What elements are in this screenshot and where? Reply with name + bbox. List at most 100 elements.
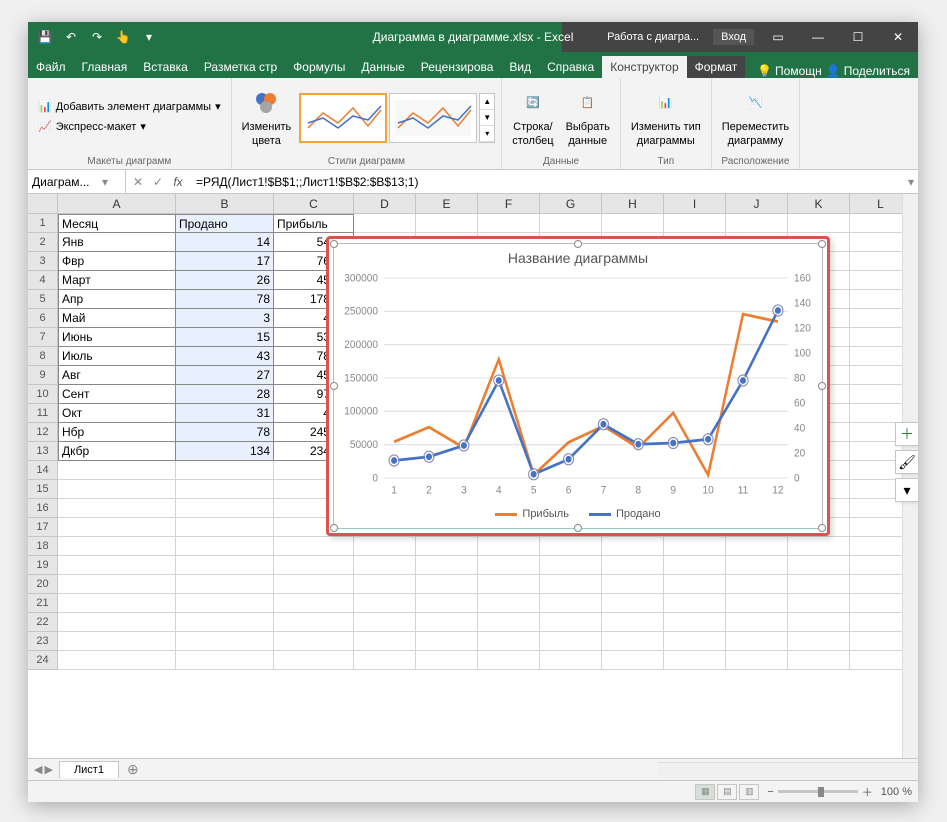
cell[interactable]	[354, 594, 416, 613]
cell[interactable]: 15	[176, 328, 274, 347]
cell[interactable]	[602, 556, 664, 575]
name-box-input[interactable]	[32, 175, 102, 189]
cell[interactable]: Сент	[58, 385, 176, 404]
cell[interactable]: 78	[176, 290, 274, 309]
cell[interactable]	[354, 537, 416, 556]
cell[interactable]	[664, 575, 726, 594]
resize-handle[interactable]	[574, 524, 582, 532]
cell[interactable]	[176, 461, 274, 480]
share-button[interactable]: 👤Поделиться	[826, 64, 910, 78]
cell[interactable]: 14	[176, 233, 274, 252]
row-header[interactable]: 8	[28, 347, 58, 366]
tab-file[interactable]: Файл	[28, 56, 74, 78]
cell[interactable]	[726, 575, 788, 594]
cell[interactable]	[58, 575, 176, 594]
switch-row-column-button[interactable]: 🔄Строка/ столбец	[508, 85, 557, 149]
qat-customize-icon[interactable]: ▾	[138, 26, 160, 48]
cell[interactable]	[540, 575, 602, 594]
cell[interactable]	[274, 613, 354, 632]
cell[interactable]	[788, 556, 850, 575]
enter-icon[interactable]: ✓	[150, 175, 166, 189]
cell[interactable]	[664, 651, 726, 670]
chart-style-2[interactable]	[389, 93, 477, 143]
cell[interactable]: 26	[176, 271, 274, 290]
cell[interactable]: Прибыль	[274, 214, 354, 233]
row-header[interactable]: 16	[28, 499, 58, 518]
cell[interactable]	[788, 632, 850, 651]
column-header[interactable]: J	[726, 194, 788, 214]
cell[interactable]: 78	[176, 423, 274, 442]
tab-formulas[interactable]: Формулы	[285, 56, 353, 78]
chart-styles-button[interactable]: 🖌	[895, 450, 918, 474]
save-icon[interactable]: 💾	[34, 26, 56, 48]
chevron-down-icon[interactable]: ▾	[102, 175, 108, 189]
cell[interactable]	[176, 537, 274, 556]
cell[interactable]	[274, 594, 354, 613]
cell[interactable]	[726, 613, 788, 632]
tell-me-button[interactable]: 💡Помощн	[757, 64, 822, 78]
cell[interactable]	[274, 556, 354, 575]
cell[interactable]	[58, 613, 176, 632]
tab-home[interactable]: Главная	[74, 56, 136, 78]
cell[interactable]	[478, 537, 540, 556]
resize-handle[interactable]	[818, 240, 826, 248]
cell[interactable]	[58, 499, 176, 518]
gallery-more-icon[interactable]: ▾	[480, 126, 494, 142]
column-header[interactable]: I	[664, 194, 726, 214]
cell[interactable]: 43	[176, 347, 274, 366]
cell[interactable]: Дкбр	[58, 442, 176, 461]
tab-help[interactable]: Справка	[539, 56, 602, 78]
cell[interactable]	[726, 556, 788, 575]
column-header[interactable]: B	[176, 194, 274, 214]
cell[interactable]	[176, 556, 274, 575]
row-header[interactable]: 14	[28, 461, 58, 480]
row-header[interactable]: 13	[28, 442, 58, 461]
cell[interactable]	[58, 461, 176, 480]
chart-legend[interactable]: Прибыль Продано	[334, 508, 822, 520]
column-header[interactable]: E	[416, 194, 478, 214]
cell[interactable]	[58, 556, 176, 575]
row-header[interactable]: 21	[28, 594, 58, 613]
cell[interactable]: 28	[176, 385, 274, 404]
cell[interactable]	[416, 214, 478, 233]
cell[interactable]	[788, 537, 850, 556]
cell[interactable]	[602, 537, 664, 556]
tab-insert[interactable]: Вставка	[135, 56, 196, 78]
cell[interactable]: 27	[176, 366, 274, 385]
cell[interactable]: Нбр	[58, 423, 176, 442]
legend-item-1[interactable]: Прибыль	[495, 508, 569, 520]
row-header[interactable]: 10	[28, 385, 58, 404]
cell[interactable]	[354, 556, 416, 575]
sheet-nav-next-icon[interactable]: ▶	[44, 763, 52, 776]
row-header[interactable]: 24	[28, 651, 58, 670]
tab-review[interactable]: Рецензирова	[413, 56, 502, 78]
row-header[interactable]: 22	[28, 613, 58, 632]
chart-elements-button[interactable]: ＋	[895, 422, 918, 446]
cell[interactable]: Окт	[58, 404, 176, 423]
page-layout-view-icon[interactable]: ▤	[717, 784, 737, 800]
resize-handle[interactable]	[818, 524, 826, 532]
row-header[interactable]: 3	[28, 252, 58, 271]
cell[interactable]: Месяц	[58, 214, 176, 233]
cell[interactable]	[726, 651, 788, 670]
cell[interactable]	[788, 594, 850, 613]
select-data-button[interactable]: 📋Выбрать данные	[562, 85, 614, 149]
add-sheet-button[interactable]: ⊕	[119, 761, 147, 778]
cell[interactable]	[176, 480, 274, 499]
resize-handle[interactable]	[818, 382, 826, 390]
row-header[interactable]: 17	[28, 518, 58, 537]
row-header[interactable]: 12	[28, 423, 58, 442]
row-header[interactable]: 15	[28, 480, 58, 499]
cell[interactable]: 3	[176, 309, 274, 328]
cell[interactable]	[664, 594, 726, 613]
add-chart-element-button[interactable]: 📊Добавить элемент диаграммы▾	[34, 99, 225, 116]
cell[interactable]	[478, 556, 540, 575]
row-header[interactable]: 20	[28, 575, 58, 594]
cell[interactable]: 17	[176, 252, 274, 271]
column-header[interactable]: C	[274, 194, 354, 214]
cell[interactable]	[58, 537, 176, 556]
cell[interactable]	[540, 537, 602, 556]
formula-input[interactable]	[190, 175, 904, 189]
tab-format[interactable]: Формат	[687, 56, 746, 78]
cell[interactable]: Май	[58, 309, 176, 328]
